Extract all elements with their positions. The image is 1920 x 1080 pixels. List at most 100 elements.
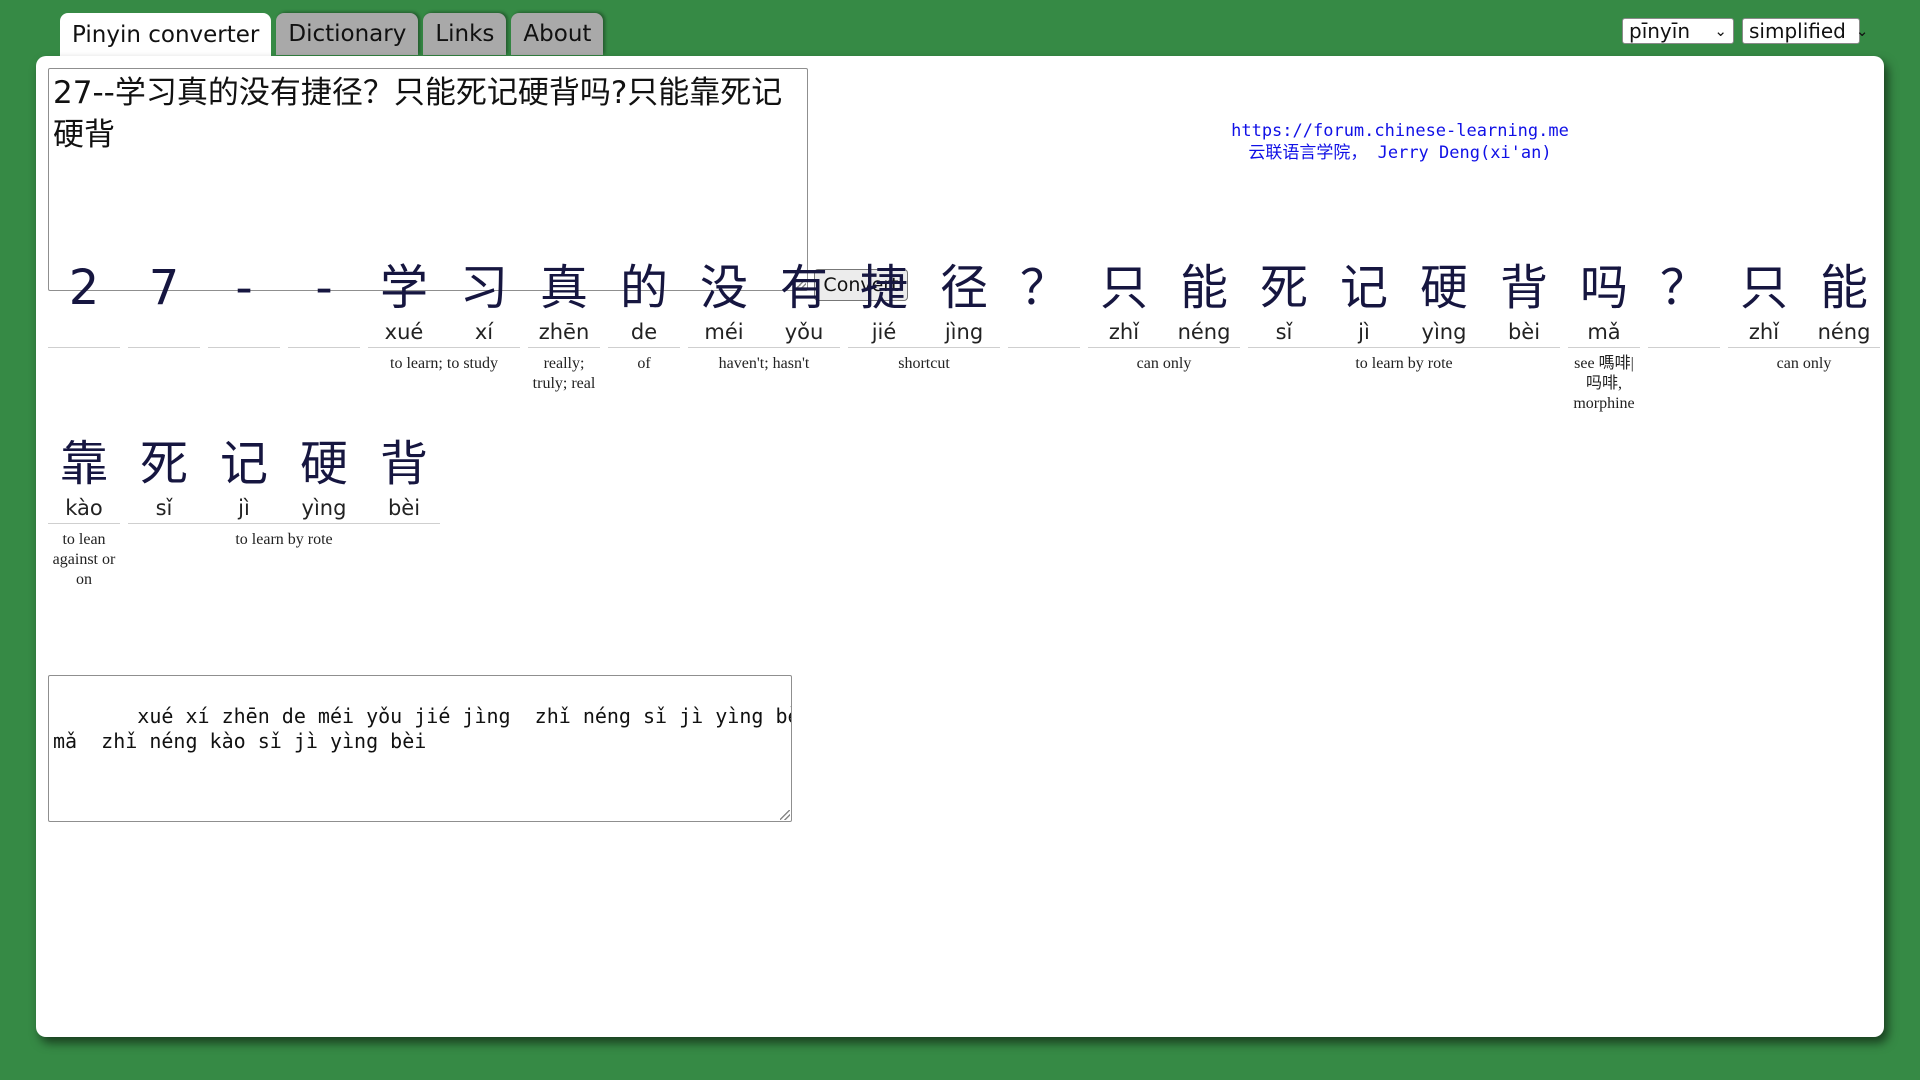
char-cell: 学 xué [368, 250, 440, 360]
char-cell: 硬 yìng [1408, 250, 1480, 360]
gloss: of [637, 355, 651, 372]
hanzi: 记 [219, 436, 268, 492]
pinyin: yìng [1421, 320, 1467, 344]
hanzi: 径 [939, 260, 988, 316]
pinyin-output-text: xué xí zhēn de méi yǒu jié jìng zhǐ néng… [53, 704, 791, 753]
pinyin: zhēn [538, 320, 590, 344]
hanzi: 能 [1179, 260, 1228, 316]
gloss: can only [1136, 355, 1192, 372]
char-cell: 习 xí [448, 250, 520, 360]
tab-dictionary[interactable]: Dictionary [276, 13, 419, 55]
word-underline [128, 523, 440, 524]
pinyin: yìng [301, 496, 347, 520]
pinyin: néng [1817, 320, 1871, 344]
word-underline [1728, 347, 1880, 348]
word-underline [208, 347, 280, 348]
settings-selects: pīnyīn ⌄ simplified ⌄ [1622, 18, 1868, 44]
char-cell: 背 bèi [368, 426, 440, 536]
author-link[interactable]: 云联语言学院， Jerry Deng(xi'an) [1100, 142, 1700, 164]
main-panel: 27--学习真的没有捷径？只能死记硬背吗?只能靠死记硬背 Convert htt… [36, 56, 1884, 1037]
gloss: see 嗎啡|吗啡, morphine [1573, 355, 1635, 412]
gloss: to learn by rote [1355, 355, 1453, 372]
pinyin: jié [871, 320, 897, 344]
hanzi: 背 [379, 436, 428, 492]
chinese-input-text: 27--学习真的没有捷径？只能死记硬背吗?只能靠死记硬背 [53, 75, 783, 153]
char-cell: 径 jìng [928, 250, 1000, 360]
pinyin: mǎ [1587, 320, 1621, 344]
char-cell: 记 jì [1328, 250, 1400, 360]
char-cell: - [208, 250, 280, 360]
word-underline [848, 347, 1000, 348]
hanzi: 只 [1739, 260, 1788, 316]
char-cell: 的 de [608, 250, 680, 360]
chevron-down-icon: ⌄ [1855, 22, 1869, 40]
hanzi: 吗 [1579, 260, 1628, 316]
pinyin: xí [474, 320, 494, 344]
pinyin: méi [704, 320, 744, 344]
hanzi: 捷 [859, 260, 908, 316]
char-cell: 死 sǐ [1248, 250, 1320, 360]
char-cell: 真 zhēn [528, 250, 600, 360]
char-cell: 捷 jié [848, 250, 920, 360]
script-select-value: simplified [1749, 19, 1846, 43]
char-cell: - [288, 250, 360, 360]
pinyin: zhǐ [1748, 320, 1780, 344]
gloss: haven't; hasn't [718, 355, 810, 372]
hanzi: 靠 [59, 436, 108, 492]
word-underline [368, 347, 520, 348]
word-underline [1008, 347, 1080, 348]
hanzi: 的 [619, 260, 668, 316]
char-cell: 死 sǐ [128, 426, 200, 536]
tab-links[interactable]: Links [423, 13, 507, 55]
gloss: really; truly; real [532, 355, 596, 392]
pinyin: yǒu [784, 320, 824, 344]
resize-grip-icon[interactable] [780, 810, 790, 820]
char-cell: 靠 kào [48, 426, 120, 536]
script-select[interactable]: simplified ⌄ [1742, 18, 1868, 44]
hanzi: 只 [1099, 260, 1148, 316]
gloss: to learn; to study [390, 355, 498, 372]
romanization-select[interactable]: pīnyīn ⌄ [1622, 18, 1734, 44]
char-cell: 没 méi [688, 250, 760, 360]
char-cell: 7 [128, 250, 200, 360]
hanzi: 真 [539, 260, 588, 316]
char-cell: 能 néng [1168, 250, 1240, 360]
char-cell: 有 yǒu [768, 250, 840, 360]
word-underline [288, 347, 360, 348]
pinyin: bèi [1507, 320, 1541, 344]
gloss: can only [1776, 355, 1832, 372]
gloss: to learn by rote [235, 531, 333, 548]
chevron-down-icon: ⌄ [1714, 22, 1727, 40]
char-cell: ？ [1008, 250, 1080, 360]
hanzi: 死 [1259, 260, 1308, 316]
char-cell: 硬 yìng [288, 426, 360, 536]
pinyin: zhǐ [1108, 320, 1140, 344]
tab-bar: Pinyin converter Dictionary Links About [60, 13, 604, 57]
word-underline [1248, 347, 1560, 348]
pinyin: néng [1177, 320, 1231, 344]
char-cell: 背 bèi [1488, 250, 1560, 360]
char-cell: ？ [1648, 250, 1720, 360]
pinyin: sǐ [155, 496, 173, 520]
word-underline [128, 347, 200, 348]
char-cell: 吗 mǎ [1568, 250, 1640, 360]
tab-pinyin-converter[interactable]: Pinyin converter [60, 13, 272, 57]
hanzi: 背 [1499, 260, 1548, 316]
romanization-select-value: pīnyīn [1629, 19, 1690, 43]
char-cell: 2 [48, 250, 120, 360]
credit: https://forum.chinese-learning.me 云联语言学院… [1100, 120, 1700, 164]
hanzi: 学 [379, 260, 428, 316]
pinyin-output[interactable]: xué xí zhēn de méi yǒu jié jìng zhǐ néng… [48, 675, 792, 822]
pinyin: jì [238, 496, 250, 520]
hanzi: 7 [148, 260, 180, 316]
tab-about[interactable]: About [511, 13, 604, 55]
word-underline [528, 347, 600, 348]
pinyin: jì [1358, 320, 1370, 344]
pinyin: jìng [944, 320, 984, 344]
forum-link[interactable]: https://forum.chinese-learning.me [1100, 120, 1700, 142]
gloss: shortcut [898, 355, 950, 372]
pinyin: kào [65, 496, 103, 520]
char-cell: 只 zhǐ [1088, 250, 1160, 360]
hanzi: 硬 [1419, 260, 1468, 316]
hanzi: 2 [68, 260, 100, 316]
